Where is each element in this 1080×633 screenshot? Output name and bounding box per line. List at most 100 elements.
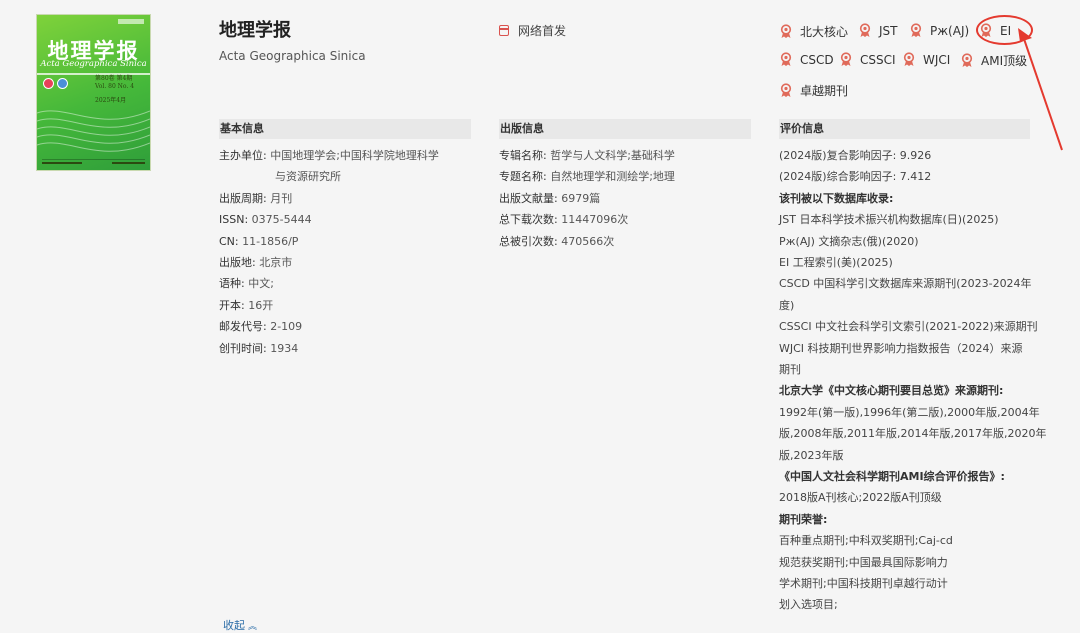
award-ribbon-icon bbox=[961, 53, 973, 67]
field-label: 邮发代号: bbox=[219, 320, 267, 333]
evaluation-subheading: 该刊被以下数据库收录: bbox=[779, 192, 894, 205]
evaluation-line: 版,2008年版,2011年版,2014年版,2017年版,2020年 bbox=[779, 427, 1047, 440]
cover-issue: 第80卷 第4期 Vol. 80 No. 4 bbox=[95, 75, 134, 91]
field-label: 专题名称: bbox=[499, 170, 547, 183]
award-ribbon-icon bbox=[910, 23, 922, 37]
cover-subtitle: Acta Geographica Sinica bbox=[40, 59, 147, 69]
cover-issue-line2: Vol. 80 No. 4 bbox=[95, 83, 135, 90]
field-label: 出版地: bbox=[219, 256, 256, 269]
journal-title: 地理学报 bbox=[219, 20, 291, 41]
evaluation-line: 规范获奖期刊;中国最具国际影响力 bbox=[779, 556, 948, 569]
field-value: 中文; bbox=[248, 277, 274, 290]
field-label: 总下载次数: bbox=[499, 213, 558, 226]
field-label: 总被引次数: bbox=[499, 235, 558, 248]
basic-info-row: 语种: 中文; bbox=[219, 277, 274, 290]
badge-label: WJCI bbox=[923, 52, 951, 67]
publication-info-row: 总下载次数: 11447096次 bbox=[499, 213, 628, 226]
basic-info-row: 出版地: 北京市 bbox=[219, 256, 292, 269]
badge-aj[interactable]: Pж(AJ) bbox=[909, 23, 969, 38]
badge-jst[interactable]: JST bbox=[858, 23, 898, 38]
evaluation-line: CSCD 中国科学引文数据库来源期刊(2023-2024年 bbox=[779, 277, 1032, 290]
evaluation-line: Pж(AJ) 文摘杂志(俄)(2020) bbox=[779, 235, 919, 248]
badge-label: JST bbox=[879, 23, 898, 38]
badge-cssci[interactable]: CSSCI bbox=[839, 52, 896, 67]
evaluation-line: 2018版A刊核心;2022版A刊顶级 bbox=[779, 491, 942, 504]
field-label: 出版周期: bbox=[219, 192, 267, 205]
field-value: 哲学与人文科学;基础科学 bbox=[550, 149, 675, 162]
publication-info-row: 出版文献量: 6979篇 bbox=[499, 192, 600, 205]
basic-info-row: 创刊时间: 1934 bbox=[219, 342, 298, 355]
field-value: 11-1856/P bbox=[242, 235, 299, 248]
cover-barcode-strip bbox=[118, 19, 144, 24]
basic-info-row: CN: 11-1856/P bbox=[219, 235, 298, 248]
journal-cover[interactable]: 地理学报 Acta Geographica Sinica 第80卷 第4期 Vo… bbox=[37, 15, 150, 170]
evaluation-line: (2024版)综合影响因子: 7.412 bbox=[779, 170, 932, 183]
field-value: 11447096次 bbox=[561, 213, 629, 226]
evaluation-subheading: 北京大学《中文核心期刊要目总览》来源期刊: bbox=[779, 384, 1004, 397]
first-publication-link[interactable]: 网络首发 bbox=[499, 22, 566, 39]
evaluation-line: JST 日本科学技术振兴机构数据库(日)(2025) bbox=[779, 213, 999, 226]
award-ribbon-icon bbox=[903, 52, 915, 66]
basic-info-heading: 基本信息 bbox=[219, 119, 471, 139]
basic-info-row: ISSN: 0375-5444 bbox=[219, 213, 312, 226]
evaluation-line: 学术期刊;中国科技期刊卓越行动计 bbox=[779, 577, 948, 590]
collapse-label: 收起 bbox=[223, 619, 245, 632]
badge-wjci[interactable]: WJCI bbox=[902, 52, 950, 67]
cover-emblem-red bbox=[43, 78, 54, 89]
evaluation-line: 百种重点期刊;中科双奖期刊;Caj-cd bbox=[779, 534, 953, 547]
field-value: 2-109 bbox=[270, 320, 303, 333]
badge-label: 北大核心 bbox=[800, 25, 849, 39]
calendar-icon bbox=[499, 25, 509, 36]
field-value: 月刊 bbox=[270, 192, 293, 205]
cover-publisher-line bbox=[42, 159, 145, 166]
evaluation-line: CSSCI 中文社会科学引文索引(2021-2022)来源期刊 bbox=[779, 320, 1038, 333]
cover-wave-pattern bbox=[37, 110, 150, 152]
field-value: 16开 bbox=[248, 299, 274, 312]
field-value: 470566次 bbox=[561, 235, 615, 248]
field-label: 语种: bbox=[219, 277, 245, 290]
evaluation-line: 度) bbox=[779, 299, 795, 312]
award-ribbon-icon bbox=[780, 24, 792, 38]
evaluation-line: (2024版)复合影响因子: 9.926 bbox=[779, 149, 932, 162]
award-ribbon-icon bbox=[840, 52, 852, 66]
badge-label: 卓越期刊 bbox=[800, 84, 849, 98]
field-label: 主办单位: bbox=[219, 149, 267, 162]
evaluation-line: 1992年(第一版),1996年(第二版),2000年版,2004年 bbox=[779, 406, 1040, 419]
basic-info-row-continuation: 与资源研究所 bbox=[275, 170, 341, 183]
badge-excellence[interactable]: 卓越期刊 bbox=[779, 82, 848, 99]
cover-emblem-blue bbox=[57, 78, 68, 89]
publication-info-row: 专题名称: 自然地理学和测绘学;地理 bbox=[499, 170, 675, 183]
evaluation-line: WJCI 科技期刊世界影响力指数报告（2024）来源 bbox=[779, 342, 1023, 355]
award-ribbon-icon bbox=[780, 52, 792, 66]
publication-info-heading: 出版信息 bbox=[499, 119, 751, 139]
field-value: 0375-5444 bbox=[251, 213, 312, 226]
evaluation-line: 划入选项目; bbox=[779, 598, 838, 611]
field-value: 中国地理学会;中国科学院地理科学 bbox=[270, 149, 439, 162]
publication-info-row: 总被引次数: 470566次 bbox=[499, 235, 614, 248]
basic-info-row: 出版周期: 月刊 bbox=[219, 192, 292, 205]
basic-info-row: 邮发代号: 2-109 bbox=[219, 320, 302, 333]
collapse-link[interactable]: 收起 ︽ bbox=[223, 617, 257, 633]
badge-label: Pж(AJ) bbox=[930, 23, 970, 38]
journal-english-title: Acta Geographica Sinica bbox=[219, 49, 366, 63]
field-value: 自然地理学和测绘学;地理 bbox=[550, 170, 675, 183]
evaluation-subheading: 《中国人文社会科学期刊AMI综合评价报告》: bbox=[779, 470, 1005, 483]
basic-info-row: 开本: 16开 bbox=[219, 299, 273, 312]
field-label: 出版文献量: bbox=[499, 192, 558, 205]
field-label: CN: bbox=[219, 235, 239, 248]
basic-info-row: 主办单位: 中国地理学会;中国科学院地理科学 bbox=[219, 149, 439, 162]
field-label: 创刊时间: bbox=[219, 342, 267, 355]
first-publication-label: 网络首发 bbox=[518, 24, 567, 38]
field-value: 6979篇 bbox=[561, 192, 601, 205]
badge-cscd[interactable]: CSCD bbox=[779, 52, 834, 67]
field-label: ISSN: bbox=[219, 213, 249, 226]
field-value: 北京市 bbox=[259, 256, 293, 269]
evaluation-line: EI 工程索引(美)(2025) bbox=[779, 256, 893, 269]
field-value: 1934 bbox=[270, 342, 299, 355]
evaluation-subheading: 期刊荣誉: bbox=[779, 513, 828, 526]
badge-pku-core[interactable]: 北大核心 bbox=[779, 23, 848, 40]
evaluation-line: 期刊 bbox=[779, 363, 801, 376]
badge-label: CSSCI bbox=[860, 52, 896, 67]
field-label: 专辑名称: bbox=[499, 149, 547, 162]
award-ribbon-icon bbox=[780, 83, 792, 97]
